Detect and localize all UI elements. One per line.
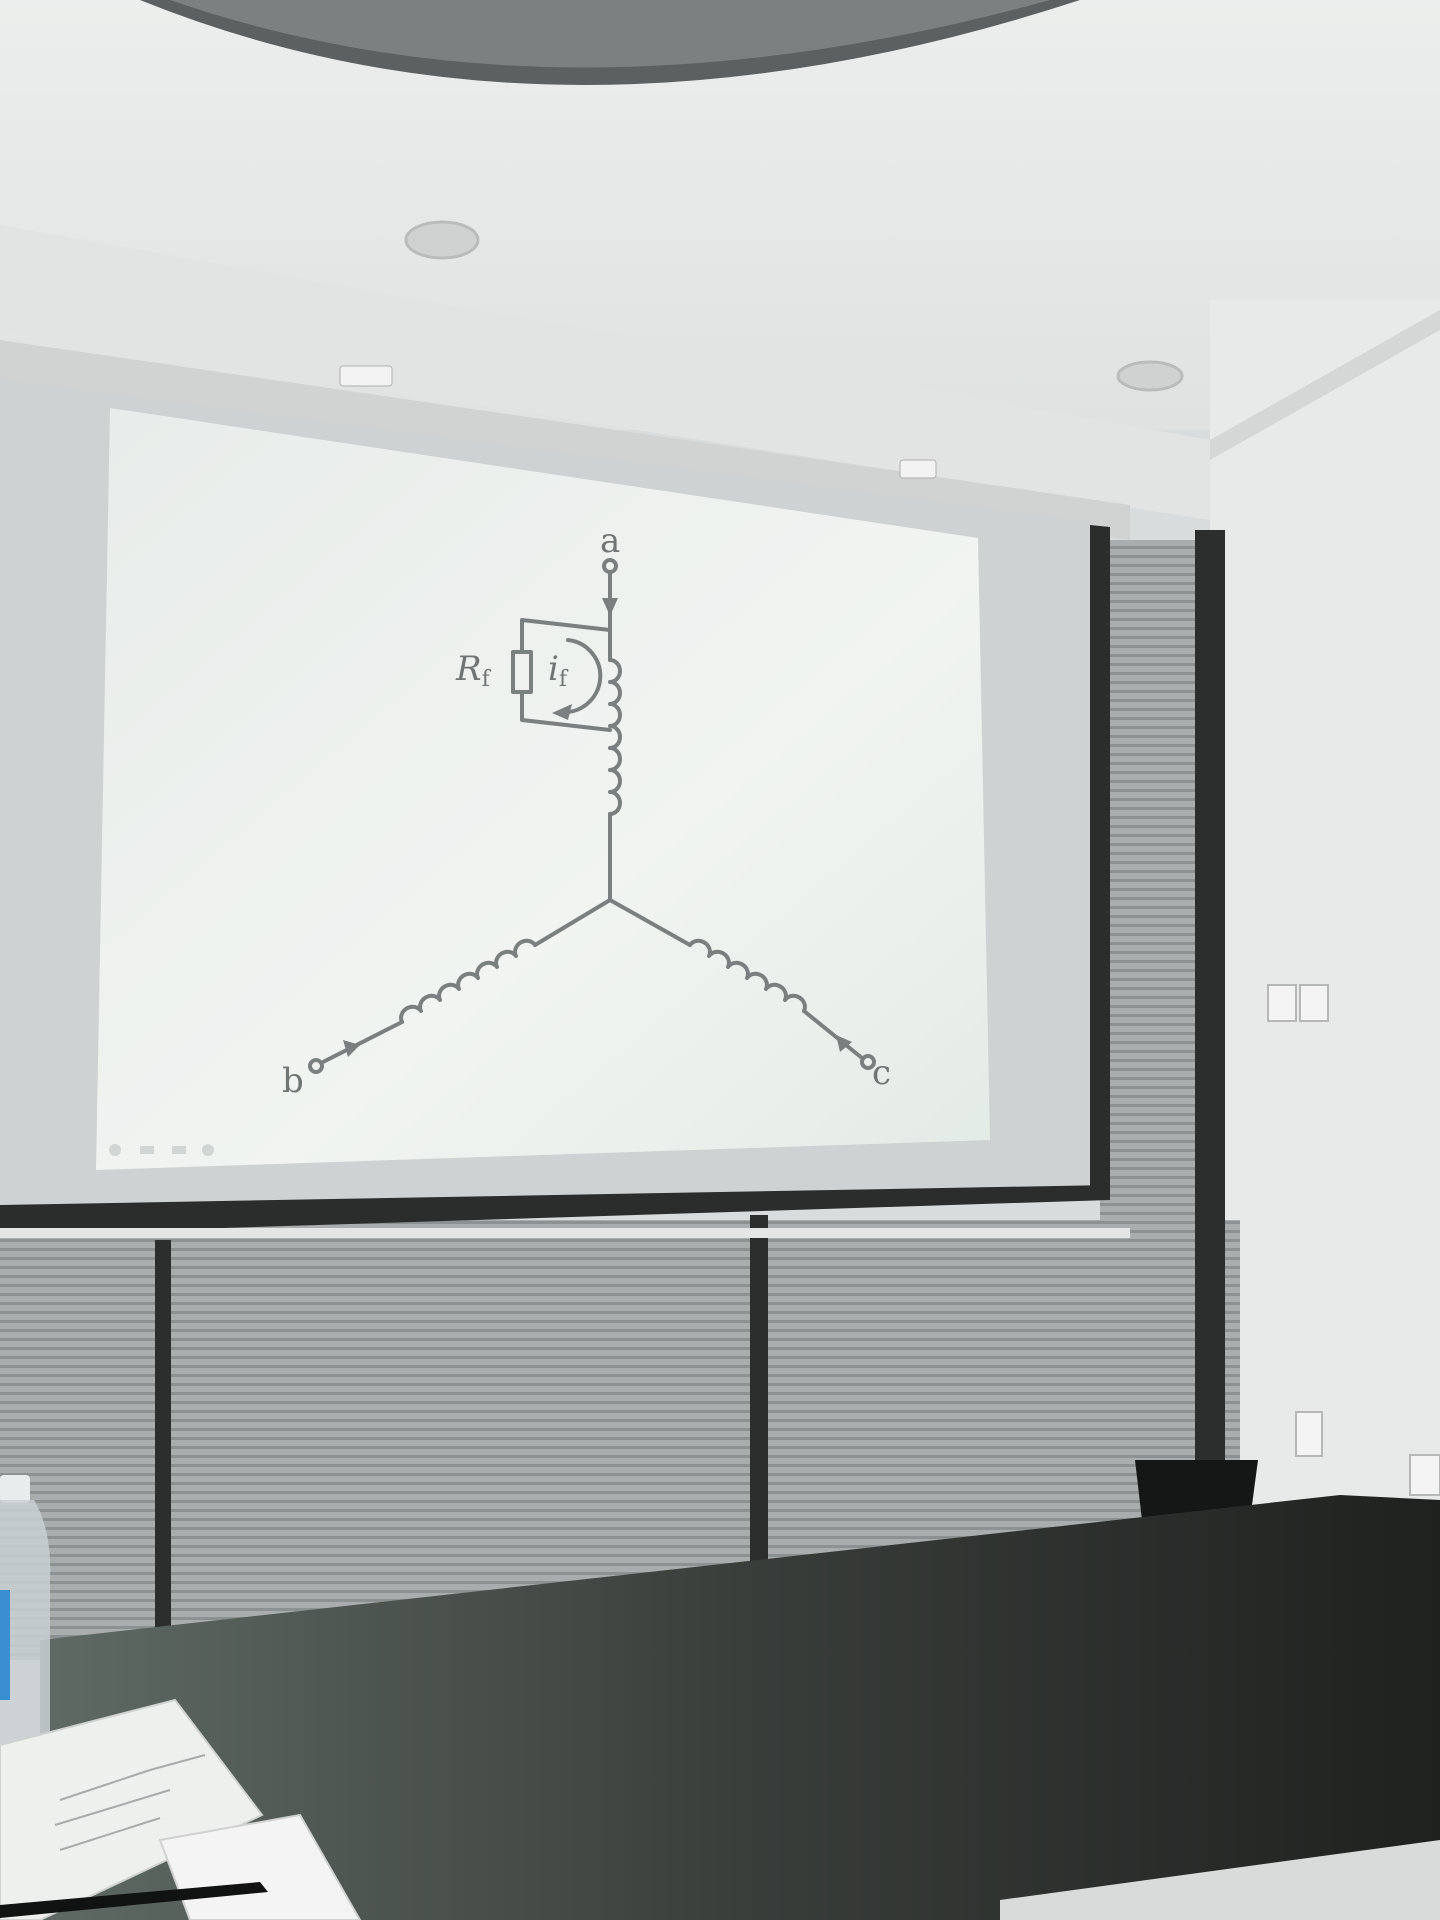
terminal-a [602,558,618,574]
terminal-b [308,1058,324,1074]
window-frame [1195,530,1225,1530]
wall-outlet [1295,1411,1323,1457]
label-a: a [600,521,620,561]
bottle-cap [0,1475,30,1503]
room-photo: a b c Rf if [0,0,1440,1920]
projected-slide [96,408,990,1170]
photo-scene: a b c Rf if [0,0,1440,1920]
right-wall [1210,300,1440,1600]
light-switch [1267,984,1297,1022]
label-b: b [282,1061,304,1101]
ceiling-light [404,220,480,260]
wall-outlet [1409,1454,1440,1496]
label-c: c [872,1053,891,1093]
window-frame [750,1215,768,1565]
light-switch [1299,984,1329,1022]
ceiling-light [1116,360,1184,392]
window-frame [155,1240,171,1640]
resistor-rf [511,650,533,694]
